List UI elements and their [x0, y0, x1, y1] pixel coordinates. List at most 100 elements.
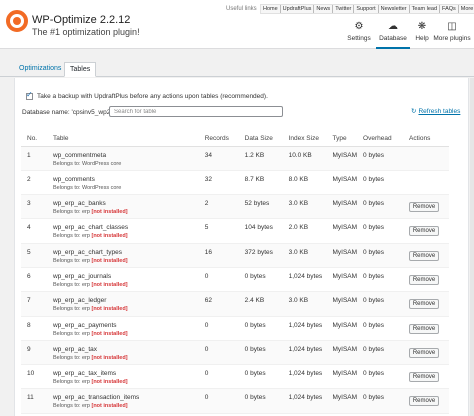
cell-index-size: 1,024 bytes: [282, 364, 327, 390]
tab-tables[interactable]: Tables: [64, 62, 97, 77]
table-name: wp_erp_ac_transaction_items: [52, 394, 140, 402]
cell-table: wp_erp_ac_tax Belongs to: erp [not instal…: [46, 340, 199, 366]
belongs-to-text: Belongs to: erp: [52, 281, 90, 288]
remove-button[interactable]: Remove: [409, 347, 439, 358]
remove-button[interactable]: Remove: [409, 396, 439, 407]
col-header-type[interactable]: Type: [326, 132, 358, 147]
nav-more-plugins[interactable]: ◫ More plugins: [432, 22, 472, 49]
nav-settings[interactable]: ⚙ Settings: [344, 22, 374, 49]
table-row: 3 wp_erp_ac_banks Belongs to: erp [not ins…: [21, 194, 449, 220]
remove-button[interactable]: Remove: [409, 372, 439, 383]
table-name: wp_erp_ac_tax: [52, 345, 98, 353]
top-link-faqs[interactable]: FAQs: [439, 5, 458, 13]
col-header-data-size[interactable]: Data Size: [238, 132, 283, 147]
cell-no: 4: [21, 218, 47, 244]
table-header-row: No. Table Records Data Size Index Size T…: [21, 132, 449, 147]
top-link-home[interactable]: Home: [261, 5, 280, 13]
cell-index-size: 8.0 KB: [282, 170, 327, 196]
belongs-to: Belongs to: erp [not installed]: [53, 233, 199, 239]
cell-overhead: 0 bytes: [357, 316, 403, 341]
cell-index-size: 1,024 bytes: [282, 316, 327, 341]
remove-button[interactable]: Remove: [409, 202, 439, 213]
cell-table: wp_comments Belongs to: WordPress core: [46, 170, 199, 196]
cell-index-size: 3.0 KB: [282, 243, 327, 268]
top-link-newsletter[interactable]: Newsletter: [377, 5, 409, 13]
col-header-records[interactable]: Records: [198, 132, 239, 147]
remove-button[interactable]: Remove: [409, 226, 439, 237]
cell-data-size: 0 bytes: [238, 316, 283, 341]
checkbox-icon[interactable]: [26, 90, 33, 100]
cell-overhead: 0 bytes: [357, 194, 403, 220]
cell-overhead: 0 bytes: [357, 243, 403, 268]
refresh-tables-label: Refresh tables: [418, 108, 461, 115]
nav-help[interactable]: ❋ Help: [412, 22, 432, 49]
top-link-support[interactable]: Support: [353, 5, 377, 13]
app-subtitle: The #1 optimization plugin!: [32, 27, 140, 37]
col-header-table[interactable]: Table: [46, 132, 199, 147]
cell-no: 6: [21, 267, 47, 293]
nav-database-label: Database: [379, 35, 407, 42]
tab-optimizations[interactable]: Optimizations: [14, 62, 66, 77]
cell-type: MyISAM: [326, 146, 358, 171]
cell-records: 62: [198, 291, 239, 317]
table-row: 10 wp_erp_ac_tax_items Belongs to: erp [no…: [21, 364, 449, 390]
cell-records: 5: [198, 218, 239, 244]
remove-button[interactable]: Remove: [409, 274, 439, 285]
cell-overhead: 0 bytes: [357, 170, 403, 196]
top-link-updraftplus[interactable]: UpdraftPlus: [279, 5, 314, 13]
database-name-label: Database name: 'cpsinv5_wp226': [22, 109, 119, 116]
cell-type: MyISAM: [326, 170, 358, 196]
cell-data-size: 1.2 KB: [238, 146, 283, 171]
cell-table: wp_erp_ac_ledger Belongs to: erp [not ins…: [46, 291, 199, 317]
belongs-to: Belongs to: WordPress core: [53, 185, 199, 191]
refresh-tables-link[interactable]: ↻ Refresh tables: [411, 107, 460, 115]
belongs-to: Belongs to: erp [not installed]: [53, 403, 199, 409]
cell-actions: [403, 146, 449, 171]
cell-no: 2: [21, 170, 47, 196]
table-row: 6 wp_erp_ac_journals Belongs to: erp [not …: [21, 267, 449, 293]
backup-label: Take a backup with UpdraftPlus before an…: [37, 93, 268, 100]
remove-button[interactable]: Remove: [409, 323, 439, 334]
backup-option[interactable]: Take a backup with UpdraftPlus before an…: [26, 90, 268, 100]
top-link-twitter[interactable]: Twitter: [332, 5, 353, 13]
cell-table: wp_erp_ac_chart_classes Belongs to: erp […: [46, 218, 199, 244]
cell-index-size: 10.0 KB: [282, 146, 327, 171]
col-header-overhead[interactable]: Overhead: [357, 132, 403, 147]
cell-no: 1: [21, 146, 47, 171]
nav-database[interactable]: ☁ Database: [376, 22, 410, 49]
nav-settings-label: Settings: [347, 35, 371, 42]
not-installed-badge: [not installed]: [91, 379, 128, 386]
cell-table: wp_erp_ac_chart_types Belongs to: erp [no…: [46, 243, 199, 268]
cell-data-size: 0 bytes: [238, 340, 283, 366]
nav-more-plugins-label: More plugins: [433, 35, 471, 42]
cell-no: 10: [21, 364, 47, 390]
not-installed-badge: [not installed]: [91, 403, 128, 410]
page-scrollbar[interactable]: [470, 78, 474, 416]
help-icon: ❋: [417, 21, 427, 32]
top-link-team-lead[interactable]: Team lead: [408, 5, 439, 13]
top-link-more-plugins[interactable]: More plugins: [457, 5, 474, 13]
cell-type: MyISAM: [326, 364, 358, 390]
cell-records: 0: [198, 364, 239, 390]
belongs-to-text: Belongs to: erp: [52, 209, 90, 216]
belongs-to-text: Belongs to: erp: [52, 379, 90, 386]
remove-button[interactable]: Remove: [409, 299, 439, 310]
cell-type: MyISAM: [326, 218, 358, 244]
not-installed-badge: [not installed]: [91, 257, 128, 264]
cell-data-size: 0 bytes: [238, 267, 283, 293]
database-icon: ☁: [388, 21, 398, 32]
table-name: wp_erp_ac_tax_items: [52, 370, 117, 378]
database-tables-table: No. Table Records Data Size Index Size T…: [21, 132, 449, 414]
top-link-news[interactable]: News: [313, 5, 332, 13]
remove-button[interactable]: Remove: [409, 250, 439, 261]
col-header-index-size[interactable]: Index Size: [282, 132, 327, 147]
nav-help-label: Help: [415, 35, 429, 42]
cell-records: 16: [198, 243, 239, 268]
cell-actions: Remove: [403, 194, 449, 220]
app-title: WP-Optimize 2.2.12: [32, 14, 131, 26]
table-row: 2 wp_comments Belongs to: WordPress core 32…: [21, 170, 449, 196]
col-header-no[interactable]: No.: [21, 132, 47, 147]
cell-overhead: 0 bytes: [357, 340, 403, 366]
search-input[interactable]: [109, 106, 283, 117]
not-installed-badge: [not installed]: [91, 281, 128, 288]
